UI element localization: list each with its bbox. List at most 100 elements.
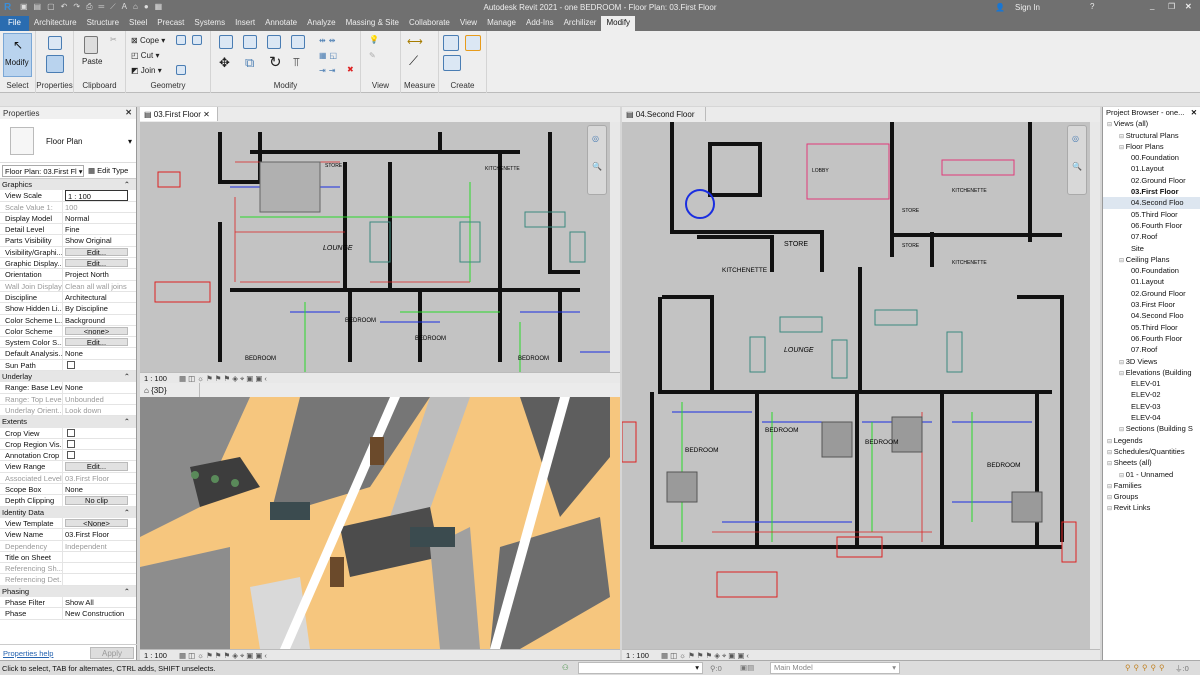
browser-item[interactable]: 02.Ground Floor bbox=[1103, 175, 1200, 186]
browser-item[interactable]: ELEV-01 bbox=[1103, 378, 1200, 389]
close-tab-icon[interactable]: ✕ bbox=[203, 110, 210, 119]
tab-view[interactable]: View bbox=[455, 16, 482, 31]
edit-type-button[interactable]: ▦ Edit Type bbox=[88, 166, 128, 175]
zoom-icon[interactable]: 🔍 bbox=[592, 162, 602, 171]
navigation-bar[interactable]: ◎ 🔍 bbox=[1067, 125, 1087, 195]
steering-wheel-icon[interactable]: ◎ bbox=[592, 134, 599, 143]
browser-item[interactable]: 01.Layout bbox=[1103, 276, 1200, 287]
tab-massing-site[interactable]: Massing & Site bbox=[341, 16, 404, 31]
view-name-value[interactable]: 03.First Floor bbox=[63, 529, 136, 539]
trim-extend-icon[interactable]: ⫪ bbox=[293, 55, 300, 70]
select-dropdown[interactable]: Select bbox=[0, 81, 35, 90]
phase-value[interactable]: New Construction bbox=[63, 608, 136, 618]
crop-region-vis-checkbox[interactable] bbox=[67, 439, 75, 448]
browser-item[interactable]: 04.Second Floo bbox=[1103, 197, 1200, 209]
depth-clipping-button[interactable]: No clip bbox=[65, 496, 128, 505]
tab-modify[interactable]: Modify bbox=[601, 16, 636, 31]
sign-in-link[interactable]: Sign In bbox=[1015, 3, 1040, 12]
browser-item[interactable]: ⊟ 3D Views bbox=[1103, 356, 1200, 367]
modify-button[interactable]: ↖ Modify bbox=[3, 33, 32, 77]
tab-file[interactable]: File bbox=[0, 16, 29, 31]
view-control-icons[interactable]: ▦◫☼⚑⚑⚑◈⌖▣▣‹ bbox=[179, 374, 269, 383]
navigation-bar[interactable]: ◎ 🔍 bbox=[587, 125, 607, 195]
range-base-level-value[interactable]: None bbox=[63, 382, 136, 392]
browser-item[interactable]: 06.Fourth Floor bbox=[1103, 333, 1200, 344]
browser-item[interactable]: 00.Foundation bbox=[1103, 265, 1200, 276]
view-scale[interactable]: 1 : 100 bbox=[626, 651, 649, 660]
tab-collaborate[interactable]: Collaborate bbox=[404, 16, 455, 31]
browser-item[interactable]: ELEV-02 bbox=[1103, 389, 1200, 400]
tab-architecture[interactable]: Architecture bbox=[29, 16, 82, 31]
create-parts-icon[interactable] bbox=[443, 55, 461, 71]
graphic-display-button[interactable]: Edit... bbox=[65, 259, 128, 268]
move-icon[interactable]: ✥ bbox=[219, 55, 230, 71]
mirror-draw-axis-icon[interactable] bbox=[291, 35, 305, 49]
measure-distance-icon[interactable]: ⟷ bbox=[407, 35, 423, 48]
view-scale[interactable]: 1 : 100 bbox=[144, 374, 167, 383]
view-control-icons[interactable]: ▦◫☼⚑⚑⚑◈⌖▣▣‹ bbox=[179, 651, 269, 660]
design-option-dropdown[interactable]: Main Model ▾ bbox=[770, 662, 900, 674]
three-d-view[interactable]: ⌂ {3D} 1 : 100 ▦◫☼⚑⚑⚑◈⌖▣▣‹ bbox=[140, 383, 620, 660]
tab-systems[interactable]: Systems bbox=[189, 16, 230, 31]
selection-filter-icons[interactable]: ⚲⚲⚲⚲⚲ bbox=[1125, 663, 1167, 672]
editable-icon[interactable]: ⚲:0 bbox=[710, 664, 722, 673]
annotation-crop-checkbox[interactable] bbox=[67, 451, 75, 460]
group-identity-data[interactable]: Identity Data bbox=[0, 506, 136, 518]
browser-item[interactable]: ELEV-04 bbox=[1103, 412, 1200, 423]
expand-icon[interactable]: ⊟ bbox=[1119, 134, 1126, 140]
scope-box-value[interactable]: None bbox=[63, 484, 136, 494]
browser-item[interactable]: ⊟ Legends bbox=[1103, 435, 1200, 446]
crop-view-checkbox[interactable] bbox=[67, 428, 75, 437]
tab-add-ins[interactable]: Add-Ins bbox=[521, 16, 559, 31]
title-on-sheet-value[interactable] bbox=[63, 552, 136, 562]
browser-item[interactable]: ⊟ Schedules/Quantities bbox=[1103, 446, 1200, 457]
help-icon[interactable]: ? bbox=[1090, 2, 1094, 11]
tab-steel[interactable]: Steel bbox=[124, 16, 152, 31]
view-template-button[interactable]: <None> bbox=[65, 518, 128, 528]
group-graphics[interactable]: Graphics bbox=[0, 179, 136, 191]
browser-item[interactable]: Site bbox=[1103, 243, 1200, 254]
properties-panel-button[interactable]: Properties bbox=[36, 31, 74, 93]
cut-clipboard-icon[interactable]: ✂ bbox=[110, 35, 117, 44]
workset-dropdown[interactable]: ▾ bbox=[578, 662, 703, 674]
browser-item[interactable]: 05.Third Floor bbox=[1103, 322, 1200, 333]
dimension-icon[interactable]: ⟋ bbox=[409, 53, 418, 69]
expand-icon[interactable]: ⊟ bbox=[1119, 360, 1126, 366]
close-browser-icon[interactable]: ✕ bbox=[1191, 107, 1197, 118]
browser-item[interactable]: 07.Roof bbox=[1103, 231, 1200, 242]
close-button[interactable]: ✕ bbox=[1185, 2, 1192, 11]
tab-archilizer[interactable]: Archilizer bbox=[559, 16, 602, 31]
view-scale-input[interactable]: 1 : 100 bbox=[65, 190, 128, 201]
visibility-graphi-button[interactable]: Edit... bbox=[65, 247, 128, 256]
tab-manage[interactable]: Manage bbox=[482, 16, 521, 31]
color-scheme-button[interactable]: <none> bbox=[65, 326, 128, 336]
browser-item[interactable]: 01.Layout bbox=[1103, 163, 1200, 174]
tab-first-floor[interactable]: ▤ 03.First Floor ✕ bbox=[140, 107, 218, 121]
workset-icon[interactable]: ⚇ bbox=[562, 663, 569, 672]
hide-icon[interactable]: 💡 bbox=[369, 35, 379, 44]
color-scheme-l-value[interactable]: Background bbox=[63, 315, 136, 325]
view-control-icons[interactable]: ▦◫☼⚑⚑⚑◈⌖▣▣‹ bbox=[661, 651, 751, 660]
view-range-button[interactable]: Edit... bbox=[65, 462, 128, 471]
browser-item[interactable]: ⊟ Sheets (all) bbox=[1103, 457, 1200, 468]
view-scale[interactable]: 1 : 100 bbox=[144, 651, 167, 660]
second-floor-view[interactable]: ▤ 04.Second Floor LOUNGE KITCHENETTE KIT… bbox=[622, 107, 1100, 660]
browser-item[interactable]: ⊟ Sections (Building S bbox=[1103, 423, 1200, 434]
cope-button[interactable]: ⊠ Cope ▾ bbox=[131, 36, 165, 45]
expand-icon[interactable]: ⊟ bbox=[1107, 461, 1114, 467]
align-icon[interactable] bbox=[219, 35, 233, 49]
rotate-icon[interactable]: ↻ bbox=[269, 53, 282, 71]
type-selector[interactable]: Floor Plan ▾ bbox=[0, 119, 136, 163]
browser-item[interactable]: 03.First Floor bbox=[1103, 299, 1200, 310]
browser-item[interactable]: ⊟ Families bbox=[1103, 480, 1200, 491]
discipline-value[interactable]: Architectural bbox=[63, 292, 136, 302]
browser-item[interactable]: ⊟ Views (all) bbox=[1103, 118, 1200, 129]
expand-icon[interactable]: ⊟ bbox=[1119, 473, 1126, 479]
vertical-scrollbar[interactable] bbox=[610, 122, 620, 372]
browser-item[interactable]: 06.Fourth Floor bbox=[1103, 220, 1200, 231]
browser-item[interactable]: ⊟ Groups bbox=[1103, 491, 1200, 502]
tab-insert[interactable]: Insert bbox=[230, 16, 260, 31]
join-button[interactable]: ◩ Join ▾ bbox=[131, 66, 162, 75]
create-assembly-icon[interactable] bbox=[443, 35, 459, 51]
browser-item[interactable]: 00.Foundation bbox=[1103, 152, 1200, 163]
